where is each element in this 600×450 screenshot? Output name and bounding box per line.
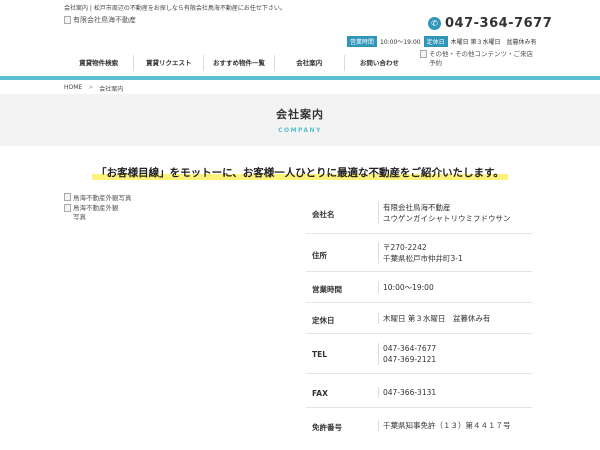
fax-label: FAX (312, 389, 328, 398)
photo2-alt-text: 鳥海不動産外観写真 (73, 204, 119, 221)
photo1-alt-text: 鳥海不動産外観写真 (73, 194, 132, 202)
phone-number[interactable]: 047-364-7677 (445, 16, 552, 31)
header-hours: 営業時間 10:00～19:00 定休日 木曜日 第３水曜日 盆暮休み有 (347, 36, 537, 47)
sub-links-alt-text: その他・その他コンテンツ・ご来店予約 (429, 50, 533, 67)
broken-image-icon (420, 50, 427, 58)
hours-badge: 営業時間 (347, 36, 378, 47)
broken-image-icon (64, 16, 71, 24)
tel-line2[interactable]: 047-369-2121 (383, 354, 436, 365)
nav-item-contact[interactable]: お問い合わせ (345, 55, 414, 71)
tel-line1[interactable]: 047-364-7677 (383, 343, 436, 354)
hours-detail: 10:00〜19:00 (378, 282, 434, 293)
company-name-line1: 有限会社鳥海不動産 (383, 203, 451, 212)
broken-image-icon (64, 204, 71, 212)
hours-value: 10:00～19:00 (380, 39, 421, 46)
breadcrumb-current: 会社案内 (99, 86, 124, 93)
row-license: 免許番号 千葉県知事免許（１３）第４４１７号 (306, 408, 532, 446)
license-label: 免許番号 (312, 423, 342, 432)
company-name-line2: ユウゲンガイシャトリウミフドウサン (383, 214, 511, 223)
address-label: 住所 (312, 251, 327, 260)
address-line2: 千葉県松戸市仲井町3-1 (383, 254, 463, 263)
nav-item-rental-search[interactable]: 賃貸物件検索 (64, 55, 135, 71)
hours-label: 営業時間 (312, 285, 342, 294)
header-sub-links[interactable]: その他・その他コンテンツ・ご来店予約 (420, 50, 536, 68)
exterior-photo-1: 鳥海不動産外観写真 (64, 192, 132, 202)
breadcrumb: HOME > 会社案内 (64, 84, 123, 93)
nav-item-company[interactable]: 会社案内 (275, 55, 345, 71)
license-value: 千葉県知事免許（１３）第４４１７号 (378, 420, 511, 431)
global-nav: 賃貸物件検索 賃貸リクエスト おすすめ物件一覧 会社案内 お問い合わせ (64, 55, 414, 71)
holiday-badge: 定休日 (423, 36, 448, 47)
breadcrumb-home[interactable]: HOME (64, 84, 82, 93)
page-subtitle: COMPANY (278, 127, 322, 134)
row-tel: TEL 047-364-7677 047-369-2121 (306, 334, 532, 374)
tel-label: TEL (312, 350, 328, 359)
holiday-detail: 木曜日 第３水曜日 盆暮休み有 (378, 313, 490, 324)
phone-icon: ✆ (428, 17, 441, 30)
address-line1: 〒270-2242 (383, 243, 427, 252)
broken-image-icon (64, 193, 71, 201)
logo-alt-text: 有限会社鳥海不動産 (73, 16, 136, 24)
company-name-value: 有限会社鳥海不動産 ユウゲンガイシャトリウミフドウサン (378, 202, 511, 224)
nav-item-recommended[interactable]: おすすめ物件一覧 (204, 55, 275, 71)
row-hours: 営業時間 10:00〜19:00 (306, 272, 532, 303)
row-holiday: 定休日 木曜日 第３水曜日 盆暮休み有 (306, 303, 532, 334)
site-logo[interactable]: 有限会社鳥海不動産 (64, 15, 136, 25)
exterior-photo-2: 鳥海不動産外観写真 (64, 204, 124, 222)
fax-value: 047-366-3131 (378, 387, 436, 398)
row-address: 住所 〒270-2242 千葉県松戸市仲井町3-1 (306, 234, 532, 272)
nav-item-rental-request[interactable]: 賃貸リクエスト (134, 55, 205, 71)
holiday-value: 木曜日 第３水曜日 盆暮休み有 (450, 39, 537, 46)
row-fax: FAX 047-366-3131 (306, 374, 532, 408)
address-value: 〒270-2242 千葉県松戸市仲井町3-1 (378, 242, 463, 264)
site-tagline: 会社案内 | 松戸市周辺の不動産をお探しなら有限会社鳥海不動産にお任せ下さい。 (64, 5, 286, 12)
motto-text: 「お客様目線」をモットーに、お客様一人ひとりに最適な不動産をご紹介いたします。 (92, 167, 508, 180)
row-company-name: 会社名 有限会社鳥海不動産 ユウゲンガイシャトリウミフドウサン (306, 196, 532, 234)
company-name-label: 会社名 (312, 210, 335, 219)
tel-value: 047-364-7677 047-369-2121 (378, 343, 436, 365)
chevron-right-icon: > (88, 84, 94, 91)
page-title: 会社案内 (276, 108, 324, 121)
holiday-label: 定休日 (312, 316, 335, 325)
header-phone[interactable]: ✆ 047-364-7677 (428, 16, 552, 31)
motto: 「お客様目線」をモットーに、お客様一人ひとりに最適な不動産をご紹介いたします。 (0, 161, 600, 180)
